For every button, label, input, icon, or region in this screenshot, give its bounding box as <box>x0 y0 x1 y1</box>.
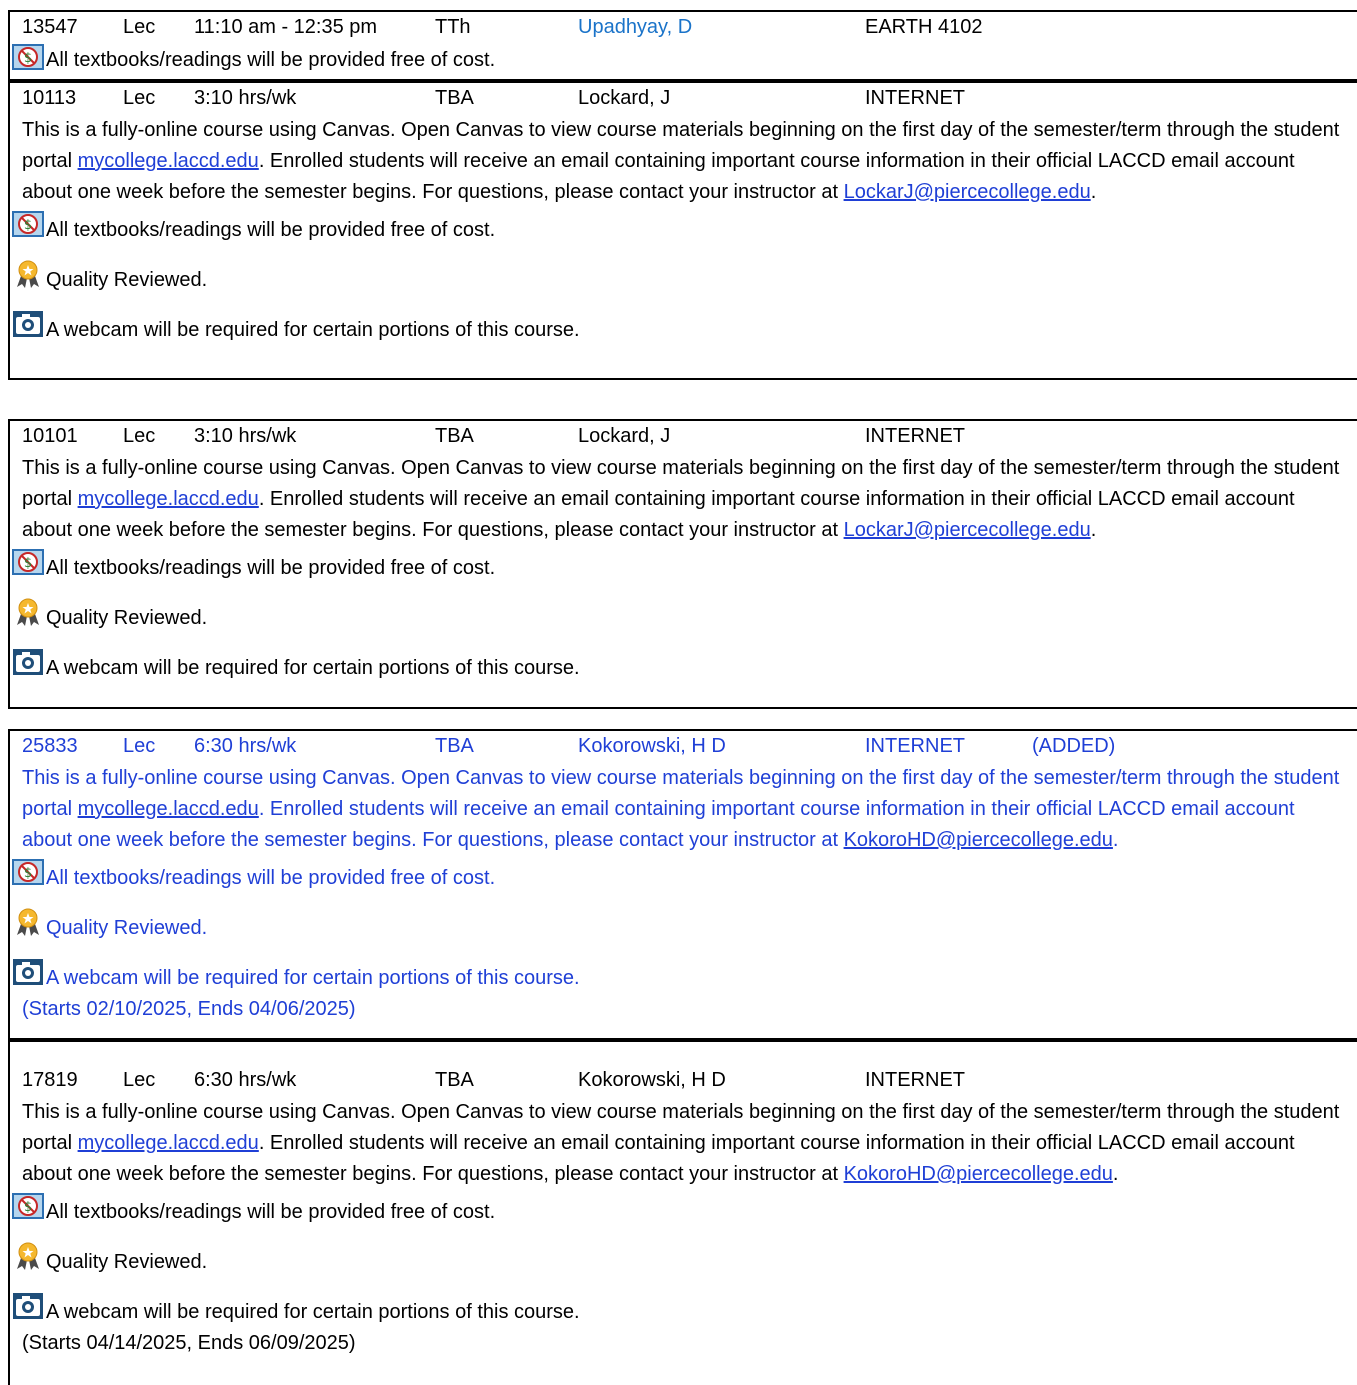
zero-cost-textbook-icon: $ <box>12 211 44 237</box>
svg-text:$: $ <box>24 1200 32 1215</box>
section-header-row: 13547 Lec 11:10 am - 12:35 pm TTh Upadhy… <box>22 12 1357 43</box>
section-number: 10113 <box>22 87 77 109</box>
section-days: TTh <box>435 16 471 38</box>
svg-text:$: $ <box>24 51 32 66</box>
quality-reviewed-award-icon <box>17 1242 39 1270</box>
quality-reviewed-note: Quality Reviewed. <box>17 906 1357 956</box>
section-number: 25833 <box>22 735 78 757</box>
section-type: Lec <box>123 735 156 757</box>
section-time: 6:30 hrs/wk <box>194 1069 297 1091</box>
section-type: Lec <box>123 16 156 38</box>
section-location: INTERNET <box>865 735 965 757</box>
svg-text:$: $ <box>24 218 32 233</box>
section-time: 6:30 hrs/wk <box>194 735 297 757</box>
zero-cost-note: $ All textbooks/readings will be provide… <box>12 1190 1357 1240</box>
webcam-camera-icon <box>13 959 43 985</box>
zero-cost-note: $ All textbooks/readings will be provide… <box>12 43 1357 81</box>
section-days: TBA <box>435 1069 474 1091</box>
note-text: Quality Reviewed. <box>46 917 208 939</box>
class-section-17819: 17819 Lec 6:30 hrs/wk TBA Kokorowski, H … <box>8 1040 1357 1385</box>
webcam-note: A webcam will be required for certain po… <box>13 646 1357 696</box>
zero-cost-textbook-icon: $ <box>12 1193 44 1219</box>
instructor-email-link[interactable]: LockarJ@piercecollege.edu <box>844 519 1091 541</box>
zero-cost-note: $ All textbooks/readings will be provide… <box>12 856 1357 906</box>
quality-reviewed-award-icon <box>17 598 39 626</box>
section-location: EARTH 4102 <box>865 16 983 38</box>
class-section-13547: 13547 Lec 11:10 am - 12:35 pm TTh Upadhy… <box>8 10 1357 81</box>
section-type: Lec <box>123 425 156 447</box>
course-description: This is a fully-online course using Canv… <box>22 457 1340 541</box>
note-text: A webcam will be required for certain po… <box>46 319 580 341</box>
zero-cost-note: $ All textbooks/readings will be provide… <box>12 546 1357 596</box>
zero-cost-textbook-icon: $ <box>12 859 44 885</box>
portal-link[interactable]: mycollege.laccd.edu <box>78 1132 259 1154</box>
svg-text:$: $ <box>24 556 32 571</box>
zero-cost-textbook-icon: $ <box>12 549 44 575</box>
section-location: INTERNET <box>865 87 965 109</box>
note-text: All textbooks/readings will be provided … <box>46 49 496 71</box>
note-text: Quality Reviewed. <box>46 1251 208 1273</box>
course-description: This is a fully-online course using Canv… <box>22 767 1340 851</box>
note-text: All textbooks/readings will be provided … <box>46 1201 496 1223</box>
webcam-note: A webcam will be required for certain po… <box>13 956 1357 996</box>
section-dates: (Starts 02/10/2025, Ends 04/06/2025) <box>22 998 356 1020</box>
course-description: This is a fully-online course using Canv… <box>22 119 1340 203</box>
note-text: All textbooks/readings will be provided … <box>46 219 496 241</box>
instructor-link[interactable]: Upadhyay, D <box>578 12 692 43</box>
zero-cost-note: $ All textbooks/readings will be provide… <box>12 208 1357 258</box>
instructor-name: Kokorowski, H D <box>578 735 726 757</box>
note-text: A webcam will be required for certain po… <box>46 967 580 989</box>
course-description: This is a fully-online course using Canv… <box>22 1101 1340 1185</box>
portal-link[interactable]: mycollege.laccd.edu <box>78 150 259 172</box>
section-number: 10101 <box>22 425 78 447</box>
instructor-email-link[interactable]: KokoroHD@piercecollege.edu <box>844 1163 1113 1185</box>
quality-reviewed-note: Quality Reviewed. <box>17 596 1357 646</box>
zero-cost-textbook-icon: $ <box>12 44 44 70</box>
quality-reviewed-note: Quality Reviewed. <box>17 1240 1357 1290</box>
instructor-email-link[interactable]: LockarJ@piercecollege.edu <box>844 181 1091 203</box>
svg-text:$: $ <box>24 866 32 881</box>
section-location: INTERNET <box>865 425 965 447</box>
instructor-name: Lockard, J <box>578 425 671 447</box>
instructor-email-link[interactable]: KokoroHD@piercecollege.edu <box>844 829 1113 851</box>
section-number: 13547 <box>22 16 78 38</box>
note-text: A webcam will be required for certain po… <box>46 1301 580 1323</box>
section-days: TBA <box>435 735 474 757</box>
added-status-badge: (ADDED) <box>1032 735 1116 757</box>
note-text: All textbooks/readings will be provided … <box>46 867 496 889</box>
webcam-note: A webcam will be required for certain po… <box>13 308 1357 358</box>
webcam-camera-icon <box>13 649 43 675</box>
section-number: 17819 <box>22 1069 78 1091</box>
note-text: Quality Reviewed. <box>46 607 208 629</box>
section-type: Lec <box>123 1069 156 1091</box>
class-section-10101: 10101 Lec 3:10 hrs/wk TBA Lockard, J INT… <box>8 419 1357 709</box>
section-type: Lec <box>123 87 156 109</box>
section-header-row: 17819 Lec 6:30 hrs/wk TBA Kokorowski, H … <box>22 1065 1357 1096</box>
quality-reviewed-award-icon <box>17 908 39 936</box>
portal-link[interactable]: mycollege.laccd.edu <box>78 488 259 510</box>
note-text: A webcam will be required for certain po… <box>46 657 580 679</box>
section-time: 3:10 hrs/wk <box>194 87 297 109</box>
webcam-camera-icon <box>13 311 43 337</box>
instructor-name: Kokorowski, H D <box>578 1069 726 1091</box>
class-section-25833: 25833 Lec 6:30 hrs/wk TBA Kokorowski, H … <box>8 729 1357 1040</box>
webcam-camera-icon <box>13 1293 43 1319</box>
portal-link[interactable]: mycollege.laccd.edu <box>78 798 259 820</box>
section-header-row: 10101 Lec 3:10 hrs/wk TBA Lockard, J INT… <box>22 421 1357 452</box>
note-text: Quality Reviewed. <box>46 269 208 291</box>
quality-reviewed-note: Quality Reviewed. <box>17 258 1357 308</box>
instructor-name: Lockard, J <box>578 87 671 109</box>
section-header-row: 25833 Lec 6:30 hrs/wk TBA Kokorowski, H … <box>22 731 1357 762</box>
section-time: 3:10 hrs/wk <box>194 425 297 447</box>
class-section-10113: 10113 Lec 3:10 hrs/wk TBA Lockard, J INT… <box>8 81 1357 380</box>
section-time: 11:10 am - 12:35 pm <box>194 16 378 38</box>
webcam-note: A webcam will be required for certain po… <box>13 1290 1357 1330</box>
section-location: INTERNET <box>865 1069 965 1091</box>
quality-reviewed-award-icon <box>17 260 39 288</box>
section-days: TBA <box>435 87 474 109</box>
note-text: All textbooks/readings will be provided … <box>46 557 496 579</box>
section-days: TBA <box>435 425 474 447</box>
section-dates: (Starts 04/14/2025, Ends 06/09/2025) <box>22 1332 356 1354</box>
section-header-row: 10113 Lec 3:10 hrs/wk TBA Lockard, J INT… <box>22 83 1357 114</box>
